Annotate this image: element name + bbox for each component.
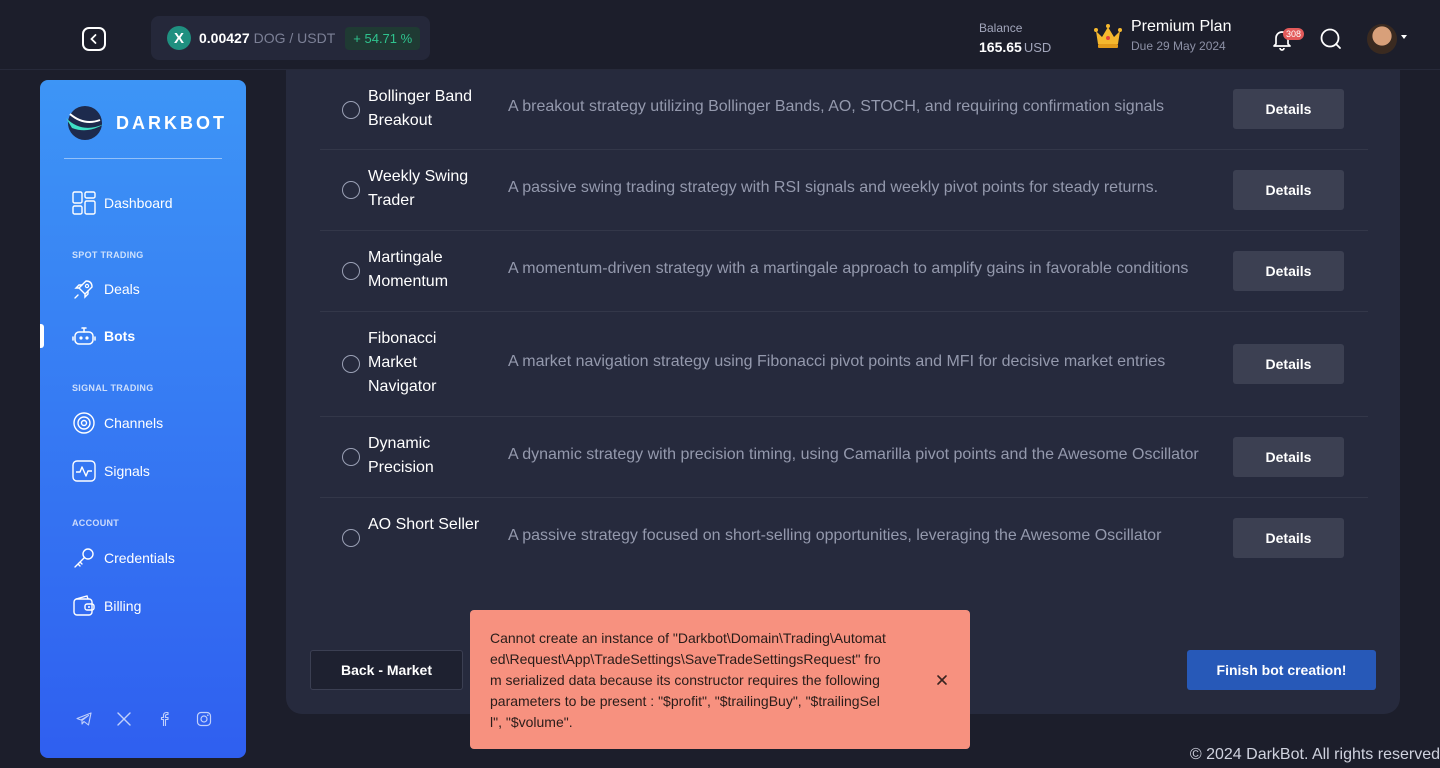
sidebar-item-label: Signals: [104, 463, 150, 479]
strategy-description: A momentum-driven strategy with a martin…: [508, 260, 1189, 277]
strategy-row[interactable]: Weekly Swing Trader A passive swing trad…: [320, 150, 1368, 231]
sidebar-item-channels[interactable]: Channels: [72, 411, 163, 435]
divider: [64, 158, 222, 159]
sidebar-item-deals[interactable]: Deals: [72, 277, 140, 301]
strategy-name: Weekly Swing Trader: [368, 168, 469, 209]
strategy-row[interactable]: AO Short Seller A passive strategy focus…: [320, 498, 1368, 579]
strategy-radio[interactable]: [342, 355, 360, 373]
brand-logo[interactable]: DARKBOT: [64, 104, 227, 142]
sidebar-item-label: Deals: [104, 281, 140, 297]
instagram-icon[interactable]: [196, 711, 212, 727]
strategy-description: A market navigation strategy using Fibon…: [508, 353, 1166, 370]
sidebar-item-label: Credentials: [104, 550, 175, 566]
telegram-icon[interactable]: [76, 711, 92, 727]
activity-icon: [72, 460, 96, 482]
sidebar: DARKBOT Dashboard SPOT TRADING Deals Bot…: [40, 80, 246, 758]
sidebar-toggle-button[interactable]: [82, 27, 106, 51]
plan-due-date: Due 29 May 2024: [1131, 39, 1226, 53]
darkbot-logo-icon: [66, 106, 104, 140]
strategy-radio[interactable]: [342, 181, 360, 199]
ticker-change-badge: + 54.71 %: [345, 26, 421, 50]
caret-down-icon[interactable]: [1401, 35, 1407, 39]
section-label-signal: SIGNAL TRADING: [72, 383, 154, 393]
rocket-icon: [74, 280, 93, 299]
strategy-radio[interactable]: [342, 448, 360, 466]
balance-label: Balance: [979, 21, 1023, 35]
details-button[interactable]: Details: [1233, 89, 1344, 129]
price-ticker[interactable]: X 0.00427 DOG / USDT + 54.71 %: [151, 16, 430, 60]
details-button[interactable]: Details: [1233, 518, 1344, 558]
strategy-radio[interactable]: [342, 101, 360, 119]
strategy-row[interactable]: Bollinger Band Breakout A breakout strat…: [320, 70, 1368, 150]
error-toast: Cannot create an instance of "Darkbot\Do…: [470, 610, 970, 749]
robot-icon: [72, 327, 96, 345]
sidebar-item-label: Dashboard: [104, 195, 173, 211]
balance-unit: USD: [1023, 40, 1052, 55]
finish-bot-creation-button[interactable]: Finish bot creation!: [1187, 650, 1376, 690]
strategy-description: A passive swing trading strategy with RS…: [508, 179, 1159, 196]
error-message: Cannot create an instance of "Darkbot\Do…: [490, 630, 886, 730]
top-bar: X 0.00427 DOG / USDT + 54.71 % Balance 1…: [0, 0, 1440, 70]
sidebar-item-signals[interactable]: Signals: [72, 459, 150, 483]
strategy-radio[interactable]: [342, 262, 360, 280]
sidebar-item-bots[interactable]: Bots: [72, 324, 135, 348]
sidebar-item-credentials[interactable]: Credentials: [72, 546, 175, 570]
footer-copyright: © 2024 DarkBot. All rights reserved: [1189, 746, 1440, 763]
strategy-row[interactable]: Martingale Momentum A momentum-driven st…: [320, 231, 1368, 312]
strategy-name: Fibonacci Market Navigator: [368, 330, 437, 395]
strategy-description: A dynamic strategy with precision timing…: [508, 446, 1199, 463]
balance-display: Balance 165.65 USD: [979, 21, 1051, 55]
back-market-button[interactable]: Back - Market: [310, 650, 463, 690]
section-label-spot: SPOT TRADING: [72, 250, 144, 260]
sidebar-item-label: Bots: [104, 328, 136, 344]
details-button[interactable]: Details: [1233, 344, 1344, 384]
sidebar-item-dashboard[interactable]: Dashboard: [72, 191, 173, 215]
crown-icon: [1094, 23, 1122, 48]
x-twitter-icon[interactable]: [116, 711, 132, 727]
details-button[interactable]: Details: [1233, 170, 1344, 210]
notification-count-badge: 308: [1283, 28, 1305, 40]
dashboard-icon: [72, 191, 96, 215]
details-button[interactable]: Details: [1233, 437, 1344, 477]
section-label-account: ACCOUNT: [72, 518, 120, 528]
sidebar-item-label: Channels: [104, 415, 164, 431]
strategy-description: A breakout strategy utilizing Bollinger …: [508, 98, 1165, 115]
brand-name: DARKBOT: [116, 112, 227, 133]
ticker-pair: DOG / USDT: [253, 30, 336, 46]
key-icon: [74, 548, 94, 568]
details-button[interactable]: Details: [1233, 251, 1344, 291]
strategy-description: A passive strategy focused on short-sell…: [508, 527, 1162, 544]
plan-name: Premium Plan: [1131, 18, 1232, 35]
chevron-left-icon: [90, 34, 97, 44]
x-coin-icon: X: [167, 26, 191, 50]
close-icon[interactable]: [936, 674, 948, 686]
facebook-icon[interactable]: [156, 711, 172, 727]
strategy-radio[interactable]: [342, 529, 360, 547]
strategy-name: Dynamic Precision: [368, 435, 434, 476]
ticker-price: 0.00427: [199, 30, 250, 46]
plan-badge[interactable]: Premium Plan Due 29 May 2024: [1093, 18, 1231, 53]
search-icon[interactable]: [1319, 27, 1343, 51]
balance-amount: 165.65: [979, 39, 1022, 55]
strategy-row[interactable]: Fibonacci Market Navigator A market navi…: [320, 312, 1368, 417]
strategy-name: Bollinger Band Breakout: [368, 88, 473, 129]
strategy-name: AO Short Seller: [368, 516, 480, 533]
sidebar-item-label: Billing: [104, 598, 142, 614]
wallet-icon: [73, 595, 95, 616]
sidebar-item-billing[interactable]: Billing: [72, 594, 141, 618]
balance-value: 165.65 USD: [979, 39, 1051, 55]
strategy-name: Martingale Momentum: [368, 249, 449, 290]
avatar[interactable]: [1367, 24, 1397, 54]
active-indicator: [40, 324, 44, 348]
broadcast-icon: [73, 412, 95, 434]
strategy-row[interactable]: Dynamic Precision A dynamic strategy wit…: [320, 417, 1368, 498]
social-links: [76, 711, 212, 727]
